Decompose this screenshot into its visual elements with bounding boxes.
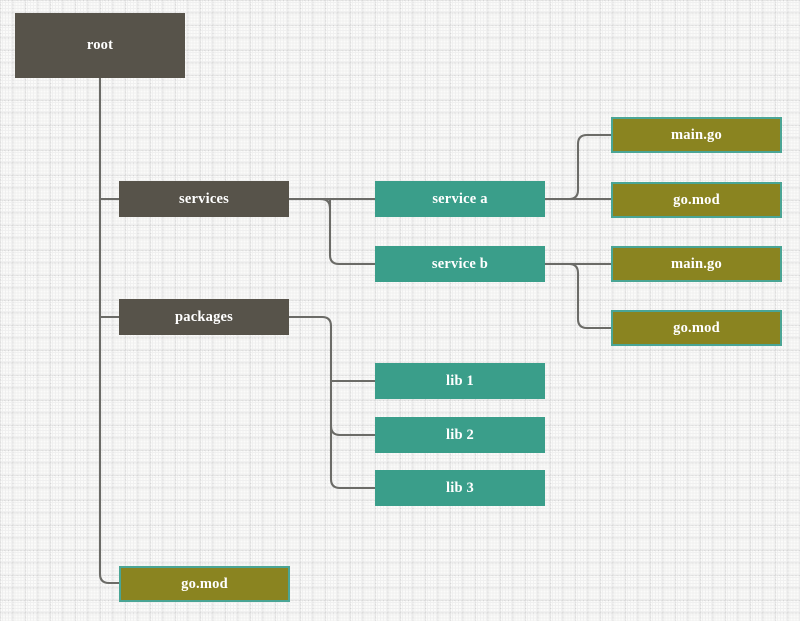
- node-lib-1-label: lib 1: [446, 372, 474, 389]
- node-service-a-go-mod[interactable]: go.mod: [611, 182, 782, 218]
- node-service-b-label: service b: [431, 255, 489, 272]
- node-service-b[interactable]: service b: [375, 246, 545, 282]
- node-root-go-mod[interactable]: go.mod: [119, 566, 290, 602]
- node-lib-3[interactable]: lib 3: [375, 470, 545, 506]
- node-packages-label: packages: [175, 308, 233, 325]
- node-service-a-go-mod-label: go.mod: [673, 191, 720, 208]
- node-service-b-go-mod[interactable]: go.mod: [611, 310, 782, 346]
- edge-service-b-go-mod: [545, 262, 611, 330]
- node-service-a-main-go-label: main.go: [671, 126, 722, 143]
- node-service-b-main-go[interactable]: main.go: [611, 246, 782, 282]
- edge-packages-trunk: [289, 315, 375, 490]
- node-lib-2[interactable]: lib 2: [375, 417, 545, 453]
- node-service-a-main-go[interactable]: main.go: [611, 117, 782, 153]
- node-service-b-main-go-label: main.go: [671, 255, 722, 272]
- diagram-canvas: root services packages service a service…: [0, 0, 800, 621]
- node-root-label: root: [86, 37, 114, 54]
- node-services-label: services: [179, 190, 229, 207]
- node-packages[interactable]: packages: [119, 299, 289, 335]
- node-service-b-go-mod-label: go.mod: [673, 319, 720, 336]
- node-service-a[interactable]: service a: [375, 181, 545, 217]
- node-root[interactable]: root: [15, 13, 185, 78]
- edge-packages-lib2: [329, 425, 375, 437]
- edge-services-service-a: [289, 197, 375, 210]
- node-lib-1[interactable]: lib 1: [375, 363, 545, 399]
- edge-services-service-b: [289, 197, 375, 266]
- node-root-go-mod-label: go.mod: [181, 575, 228, 592]
- node-service-a-label: service a: [432, 190, 488, 207]
- node-lib-3-label: lib 3: [446, 479, 474, 496]
- node-lib-2-label: lib 2: [446, 426, 474, 443]
- edge-root-trunk: [98, 78, 119, 585]
- edge-service-a-main-go: [545, 133, 611, 201]
- node-services[interactable]: services: [119, 181, 289, 217]
